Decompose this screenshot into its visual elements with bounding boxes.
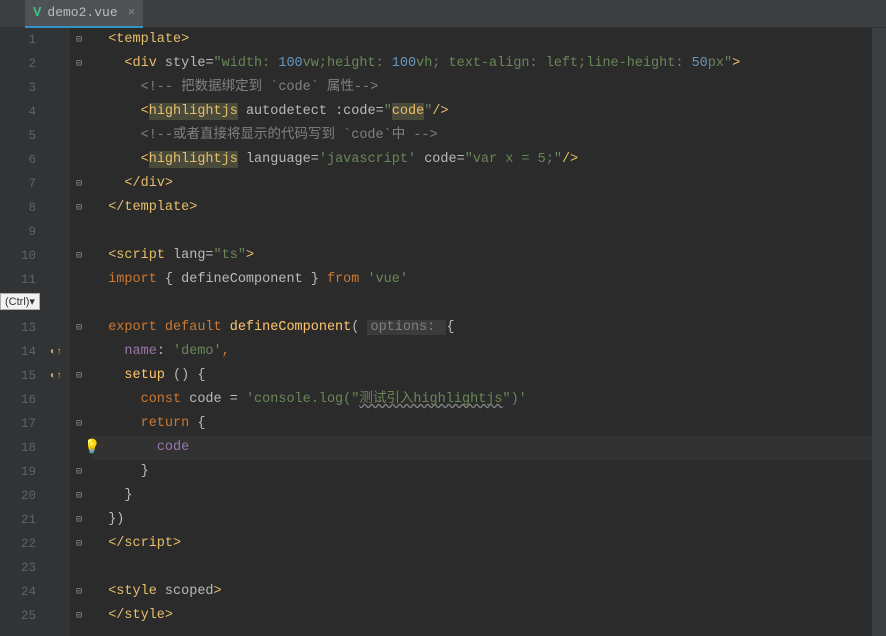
line-number: 8	[0, 196, 36, 220]
code-line: <highlightjs autodetect :code="code"/>	[92, 100, 886, 124]
code-line	[92, 556, 886, 580]
line-number: 4	[0, 100, 36, 124]
line-number: 3	[0, 76, 36, 100]
code-line: </template>	[92, 196, 886, 220]
line-number: 21	[0, 508, 36, 532]
code-content[interactable]: <template> <div style="width: 100vw;heig…	[88, 28, 886, 636]
code-line: name: 'demo',	[92, 340, 886, 364]
line-number: 19	[0, 460, 36, 484]
code-line: <div style="width: 100vw;height: 100vh; …	[92, 52, 886, 76]
editor[interactable]: 1 2 3 4 5 6 7 8 9 10 11 12 13 14 15 16 1…	[0, 28, 886, 636]
active-tab[interactable]: V demo2.vue ×	[25, 0, 143, 28]
code-line: </script>	[92, 532, 886, 556]
code-line: <style scoped>	[92, 580, 886, 604]
code-line: setup () {	[92, 364, 886, 388]
code-line: }	[92, 484, 886, 508]
line-number: 10	[0, 244, 36, 268]
tab-filename: demo2.vue	[47, 5, 117, 20]
fold-icon[interactable]: ⊟	[74, 323, 84, 333]
line-number: 11	[0, 268, 36, 292]
fold-icon[interactable]: ⊟	[74, 179, 84, 189]
line-number: 9	[0, 220, 36, 244]
scrollbar[interactable]	[872, 28, 886, 636]
vue-file-icon: V	[33, 5, 41, 21]
line-number: 7	[0, 172, 36, 196]
marker-gutter: ◐↑ ◐↑ 💡	[50, 28, 70, 636]
code-line: export default defineComponent( options:…	[92, 316, 886, 340]
code-line: }	[92, 460, 886, 484]
marker-icon: ◐↑	[50, 347, 62, 358]
line-number: 20	[0, 484, 36, 508]
line-number: 6	[0, 148, 36, 172]
line-number: 17	[0, 412, 36, 436]
fold-gutter: ⊟ ⊟ ⊟ ⊟ ⊟ ⊟ ⊟ ⊟ ⊟ ⊟ ⊟ ⊟ ⊟ ⊟	[70, 28, 88, 636]
fold-icon[interactable]: ⊟	[74, 371, 84, 381]
fold-icon[interactable]: ⊟	[74, 203, 84, 213]
fold-icon[interactable]: ⊟	[74, 491, 84, 501]
code-line: return {	[92, 412, 886, 436]
fold-icon[interactable]: ⊟	[74, 419, 84, 429]
fold-icon[interactable]: ⊟	[74, 539, 84, 549]
code-line: <!--或者直接将显示的代码写到 `code`中 -->	[92, 124, 886, 148]
fold-icon[interactable]: ⊟	[74, 467, 84, 477]
line-number: 5	[0, 124, 36, 148]
line-number: 16	[0, 388, 36, 412]
code-line: </div>	[92, 172, 886, 196]
ctrl-hint-tooltip[interactable]: (Ctrl)▾	[0, 293, 40, 310]
line-number: 1	[0, 28, 36, 52]
close-icon[interactable]: ×	[128, 5, 136, 20]
line-number: 23	[0, 556, 36, 580]
fold-icon[interactable]: ⊟	[74, 611, 84, 621]
code-line: })	[92, 508, 886, 532]
code-line: <template>	[92, 28, 886, 52]
line-number: 13	[0, 316, 36, 340]
code-line: <highlightjs language='javascript' code=…	[92, 148, 886, 172]
code-line	[92, 292, 886, 316]
code-line: </style>	[92, 604, 886, 628]
fold-icon[interactable]: ⊟	[74, 587, 84, 597]
marker-icon: ◐↑	[50, 371, 62, 382]
line-number-gutter: 1 2 3 4 5 6 7 8 9 10 11 12 13 14 15 16 1…	[0, 28, 50, 636]
fold-icon[interactable]: ⊟	[74, 35, 84, 45]
line-number: 18	[0, 436, 36, 460]
code-line: const code = 'console.log("测试引入highlight…	[92, 388, 886, 412]
code-line: <!-- 把数据绑定到 `code` 属性-->	[92, 76, 886, 100]
code-line: import { defineComponent } from 'vue'	[92, 268, 886, 292]
line-number: 14	[0, 340, 36, 364]
code-line-current: code	[92, 436, 886, 460]
tab-bar: V demo2.vue ×	[0, 0, 886, 28]
line-number: 25	[0, 604, 36, 628]
line-number: 2	[0, 52, 36, 76]
fold-icon[interactable]: ⊟	[74, 59, 84, 69]
line-number: 15	[0, 364, 36, 388]
fold-icon[interactable]: ⊟	[74, 251, 84, 261]
fold-icon[interactable]: ⊟	[74, 515, 84, 525]
line-number: 24	[0, 580, 36, 604]
code-line	[92, 220, 886, 244]
code-line: <script lang="ts">	[92, 244, 886, 268]
line-number: 22	[0, 532, 36, 556]
